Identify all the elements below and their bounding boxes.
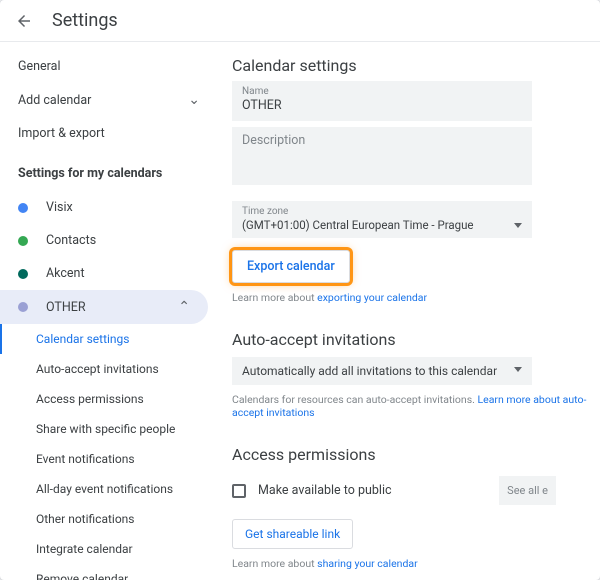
get-shareable-link-button[interactable]: Get shareable link — [232, 519, 353, 549]
sidebar: General Add calendar ⌄ Import & export S… — [0, 42, 218, 580]
subnav-event-notifications[interactable]: Event notifications — [0, 444, 218, 474]
nav-import-export[interactable]: Import & export — [0, 117, 218, 150]
subnav-auto-accept[interactable]: Auto-accept invitations — [0, 354, 218, 384]
timezone-value: (GMT+01:00) Central European Time - Prag… — [242, 218, 474, 232]
back-arrow-icon[interactable] — [14, 11, 34, 31]
subnav-access-permissions[interactable]: Access permissions — [0, 384, 218, 414]
color-dot-icon — [18, 269, 28, 279]
public-checkbox-label: Make available to public — [258, 483, 392, 498]
name-label: Name — [242, 86, 522, 97]
nav-add-calendar[interactable]: Add calendar ⌄ — [0, 83, 218, 117]
dropdown-arrow-icon — [514, 223, 522, 228]
auto-accept-dropdown[interactable]: Automatically add all invitations to thi… — [232, 357, 532, 385]
see-all-dropdown[interactable]: See all e — [499, 476, 556, 505]
subnav-integrate-calendar[interactable]: Integrate calendar — [0, 534, 218, 564]
color-dot-icon — [18, 203, 28, 213]
cal-other-subnav: Calendar settings Auto-accept invitation… — [0, 324, 218, 580]
subnav-calendar-settings[interactable]: Calendar settings — [0, 324, 218, 354]
description-placeholder: Description — [242, 133, 522, 148]
timezone-label: Time zone — [242, 206, 474, 217]
name-value: OTHER — [242, 98, 522, 113]
chevron-down-icon: ⌄ — [188, 92, 200, 108]
nav-general[interactable]: General — [0, 50, 218, 83]
subnav-remove-calendar[interactable]: Remove calendar — [0, 564, 218, 580]
public-checkbox[interactable] — [232, 484, 246, 498]
subnav-allday-notifications[interactable]: All-day event notifications — [0, 474, 218, 504]
timezone-field[interactable]: Time zone (GMT+01:00) Central European T… — [232, 201, 532, 238]
subnav-share[interactable]: Share with specific people — [0, 414, 218, 444]
name-field[interactable]: Name OTHER — [232, 81, 532, 121]
description-field[interactable]: Description — [232, 127, 532, 185]
color-dot-icon — [18, 302, 28, 312]
cal-item-visix[interactable]: Visix — [0, 191, 218, 224]
export-help-text: Learn more about exporting your calendar — [232, 291, 600, 304]
cal-item-other[interactable]: OTHER ⌃ — [0, 290, 208, 324]
cal-item-contacts[interactable]: Contacts — [0, 224, 218, 257]
top-bar: Settings — [0, 0, 600, 42]
section-title-calendar-settings: Calendar settings — [232, 56, 600, 75]
export-help-link[interactable]: exporting your calendar — [317, 291, 427, 304]
sidebar-heading-my-calendars: Settings for my calendars — [0, 150, 218, 191]
page-title: Settings — [52, 10, 118, 31]
section-title-access-permissions: Access permissions — [232, 445, 600, 464]
subnav-other-notifications[interactable]: Other notifications — [0, 504, 218, 534]
section-title-auto-accept: Auto-accept invitations — [232, 330, 600, 349]
dropdown-arrow-icon — [514, 367, 522, 372]
chevron-up-icon: ⌃ — [178, 299, 190, 315]
cal-item-akcent[interactable]: Akcent — [0, 257, 218, 290]
export-calendar-button[interactable]: Export calendar — [232, 250, 350, 283]
sharing-help-link[interactable]: sharing your calendar — [317, 557, 417, 570]
color-dot-icon — [18, 236, 28, 246]
sharing-help: Learn more about sharing your calendar — [232, 557, 600, 570]
main-panel: Calendar settings Name OTHER Description… — [218, 42, 600, 580]
auto-accept-help: Calendars for resources can auto-accept … — [232, 393, 600, 419]
